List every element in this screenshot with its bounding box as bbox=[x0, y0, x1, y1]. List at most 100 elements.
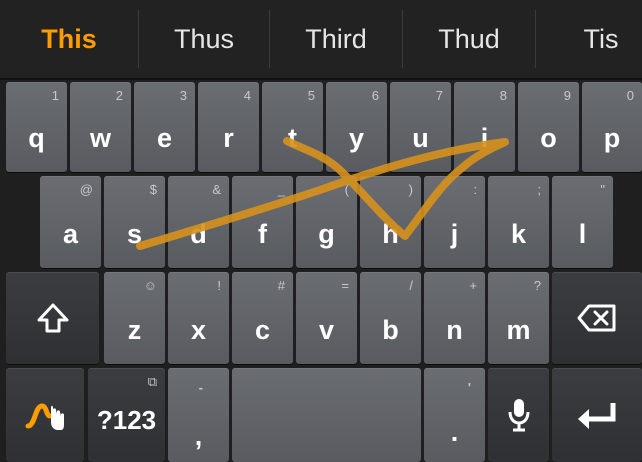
key-label: a bbox=[62, 219, 79, 249]
key-y[interactable]: 6 y bbox=[326, 82, 387, 172]
key-label: z bbox=[127, 315, 142, 345]
key-hint: " bbox=[600, 182, 605, 197]
mic-key[interactable] bbox=[488, 368, 549, 462]
symbols-key[interactable]: ⧉ ?123 bbox=[88, 368, 165, 462]
key-label: o bbox=[540, 123, 557, 153]
key-hint: ? bbox=[533, 278, 541, 293]
key-m[interactable]: ? m bbox=[488, 272, 549, 364]
key-hint: $ bbox=[149, 182, 157, 197]
key-c[interactable]: # c bbox=[232, 272, 293, 364]
key-e[interactable]: 3 e bbox=[134, 82, 195, 172]
key-label: u bbox=[412, 123, 429, 153]
key-o[interactable]: 9 o bbox=[518, 82, 579, 172]
key-hint: / bbox=[409, 278, 413, 293]
key-hint: ; bbox=[537, 182, 541, 197]
key-label: t bbox=[288, 123, 297, 153]
key-hint: 2 bbox=[115, 88, 123, 103]
key-label: i bbox=[480, 123, 489, 153]
shift-icon bbox=[6, 272, 99, 364]
key-hint: : bbox=[473, 182, 477, 197]
suggestion-4[interactable]: Thud bbox=[403, 0, 535, 78]
key-u[interactable]: 7 u bbox=[390, 82, 451, 172]
key-v[interactable]: = v bbox=[296, 272, 357, 364]
key-w[interactable]: 2 w bbox=[70, 82, 131, 172]
key-period[interactable]: ' . bbox=[424, 368, 485, 462]
key-i[interactable]: 8 i bbox=[454, 82, 515, 172]
key-label: w bbox=[89, 123, 111, 153]
key-hint: 9 bbox=[563, 88, 571, 103]
key-k[interactable]: ; k bbox=[488, 176, 549, 268]
key-s[interactable]: $ s bbox=[104, 176, 165, 268]
space-bar[interactable] bbox=[232, 368, 421, 462]
key-hint: ⧉ bbox=[147, 374, 157, 389]
key-label: . bbox=[450, 417, 459, 447]
key-hint: 0 bbox=[626, 88, 634, 103]
key-hint: ( bbox=[344, 182, 349, 197]
key-label: k bbox=[510, 219, 527, 249]
key-q[interactable]: 1 q bbox=[6, 82, 67, 172]
key-hint: & bbox=[212, 182, 221, 197]
key-label: h bbox=[382, 219, 399, 249]
suggestion-2[interactable]: Thus bbox=[139, 0, 269, 78]
backspace-key[interactable] bbox=[552, 272, 642, 364]
key-hint: + bbox=[469, 278, 477, 293]
key-label: q bbox=[28, 123, 45, 153]
key-label: v bbox=[318, 315, 335, 345]
key-p[interactable]: 0 p bbox=[582, 82, 642, 172]
key-j[interactable]: : j bbox=[424, 176, 485, 268]
key-label: c bbox=[254, 315, 271, 345]
enter-icon bbox=[552, 368, 642, 462]
key-hint: 4 bbox=[243, 88, 251, 103]
suggestion-1[interactable]: This bbox=[0, 0, 138, 78]
key-hint: 3 bbox=[179, 88, 187, 103]
key-hint: 6 bbox=[371, 88, 379, 103]
key-hint: ) bbox=[408, 182, 413, 197]
key-label: y bbox=[348, 123, 365, 153]
key-z[interactable]: ☺ z bbox=[104, 272, 165, 364]
key-label: p bbox=[603, 123, 621, 153]
suggestion-3[interactable]: Third bbox=[270, 0, 402, 78]
keyboard: This Thus Third Thud Tis 1 q 2 w 3 e 4 r… bbox=[0, 0, 642, 462]
key-hint: ☺ bbox=[143, 278, 157, 293]
key-d[interactable]: & d bbox=[168, 176, 229, 268]
key-label: b bbox=[382, 315, 399, 345]
key-hint: @ bbox=[79, 182, 93, 197]
key-hint: 5 bbox=[307, 88, 315, 103]
key-hint: 8 bbox=[499, 88, 507, 103]
swype-gesture-icon bbox=[6, 368, 84, 462]
key-hint: 7 bbox=[435, 88, 443, 103]
enter-key[interactable] bbox=[552, 368, 642, 462]
key-label: f bbox=[258, 219, 267, 249]
shift-key[interactable] bbox=[6, 272, 99, 364]
suggestion-strip: This Thus Third Thud Tis bbox=[0, 0, 642, 80]
key-hint: ' bbox=[467, 380, 471, 395]
key-a[interactable]: @ a bbox=[40, 176, 101, 268]
key-b[interactable]: / b bbox=[360, 272, 421, 364]
key-f[interactable]: _ f bbox=[232, 176, 293, 268]
key-label: e bbox=[156, 123, 173, 153]
backspace-icon bbox=[552, 272, 642, 364]
key-label: r bbox=[223, 123, 234, 153]
key-n[interactable]: + n bbox=[424, 272, 485, 364]
key-g[interactable]: ( g bbox=[296, 176, 357, 268]
key-hint: = bbox=[341, 278, 349, 293]
key-label: l bbox=[578, 219, 587, 249]
key-label: ?123 bbox=[96, 405, 157, 435]
key-label: n bbox=[446, 315, 463, 345]
microphone-icon bbox=[488, 368, 549, 462]
key-label: , bbox=[194, 421, 203, 451]
gesture-key[interactable] bbox=[6, 368, 84, 462]
suggestion-5[interactable]: Tis bbox=[536, 0, 642, 78]
key-r[interactable]: 4 r bbox=[198, 82, 259, 172]
key-h[interactable]: ) h bbox=[360, 176, 421, 268]
key-hint: 1 bbox=[51, 88, 59, 103]
key-t[interactable]: 5 t bbox=[262, 82, 323, 172]
key-label: s bbox=[126, 219, 143, 249]
key-l[interactable]: " l bbox=[552, 176, 613, 268]
key-label: j bbox=[450, 219, 459, 249]
key-hint: - bbox=[198, 380, 203, 395]
key-x[interactable]: ! x bbox=[168, 272, 229, 364]
key-label: d bbox=[190, 219, 207, 249]
key-hint: _ bbox=[277, 182, 285, 197]
key-comma[interactable]: - , bbox=[168, 368, 229, 462]
